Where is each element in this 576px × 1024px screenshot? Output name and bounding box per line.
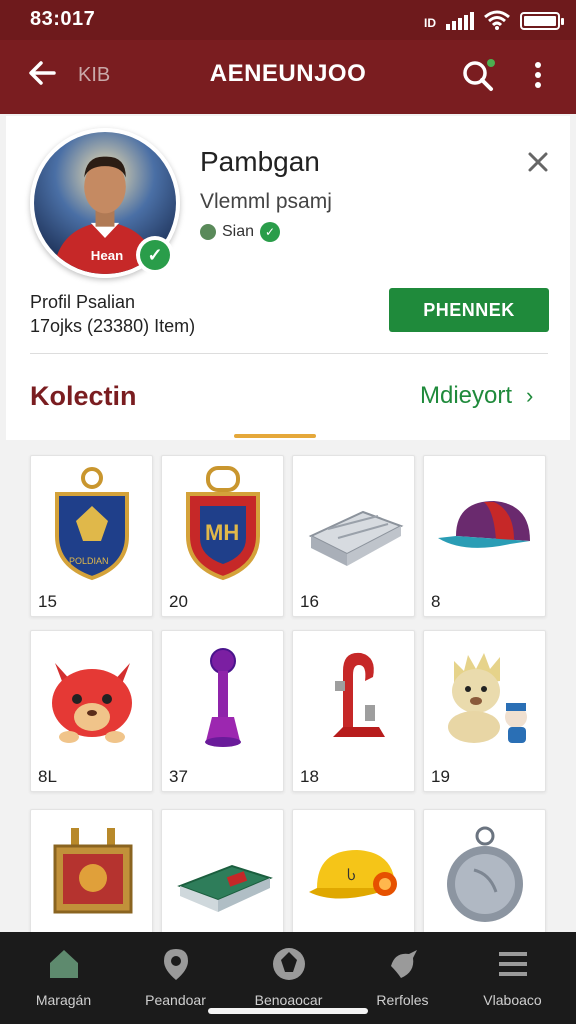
item-card[interactable]: 18 (292, 630, 415, 792)
status-icons: ID (424, 8, 564, 30)
bird-icon (390, 950, 417, 978)
svg-text:POLDIAN: POLDIAN (69, 556, 109, 566)
tab-indicator (234, 434, 316, 438)
nav-label: Rerfoles (376, 992, 429, 1008)
nav-item-ball[interactable]: Benoaocar (231, 946, 346, 1008)
nav-item-bird[interactable]: Rerfoles (345, 946, 460, 1008)
chevron-right-icon: › (526, 383, 534, 408)
profile-status: Sian ✓ (200, 222, 281, 242)
check-icon: ✓ (260, 222, 281, 242)
svg-text:Hean: Hean (91, 248, 123, 263)
divider (30, 353, 548, 354)
yellow-helmet-icon: Ⴑ (303, 820, 406, 935)
more-options-icon[interactable] (526, 58, 550, 92)
red-plush-icon (41, 641, 144, 756)
item-count: 8 (431, 592, 441, 611)
status-dot-icon (200, 224, 216, 240)
home-indicator[interactable] (208, 1008, 368, 1014)
item-card[interactable]: 16 (292, 455, 415, 617)
nav-label: Peandoar (145, 992, 206, 1008)
item-count: 16 (300, 592, 319, 611)
item-card[interactable]: 37 (161, 630, 284, 792)
item-count: 19 (431, 767, 450, 786)
blue-crest-keychain-icon: POLDIAN (41, 466, 144, 581)
red-stand-icon (303, 641, 406, 756)
item-card[interactable]: POLDIAN 15 (30, 455, 153, 617)
search-icon[interactable] (460, 58, 496, 94)
battery-icon (520, 12, 564, 30)
close-icon[interactable] (524, 148, 552, 176)
profile-count: 17ojks (23380) Item) (30, 316, 196, 336)
item-count: 15 (38, 592, 57, 611)
ball-icon (272, 948, 305, 980)
nav-label: Maragán (35, 992, 92, 1008)
signal-icon (446, 12, 474, 30)
framed-badge-icon (41, 820, 144, 935)
nav-label: Benoaocar (254, 992, 323, 1008)
lion-figure-icon (434, 641, 537, 756)
status-bar: 83:017 ID (0, 0, 576, 40)
item-card[interactable]: 19 (423, 630, 546, 792)
verified-badge-icon: ✓ (136, 236, 174, 274)
status-time: 83:017 (30, 8, 96, 30)
item-count: 37 (169, 767, 188, 786)
nav-label: Vlaboaco (483, 992, 542, 1008)
svg-text:Ⴑ: Ⴑ (347, 867, 356, 883)
home-icon (49, 950, 78, 978)
card-pack-icon (172, 820, 275, 935)
item-card[interactable]: MH 20 (161, 455, 284, 617)
collection-more-link[interactable]: Mdieyort › (420, 382, 533, 410)
silver-scarf-icon (303, 466, 406, 581)
collection-title: Kolectin (30, 381, 137, 411)
nav-item-location[interactable]: Peandoar (118, 946, 233, 1008)
silver-medal-icon (434, 820, 537, 935)
item-card[interactable]: 8 (423, 455, 546, 617)
profile-name: Pambgan (200, 146, 320, 177)
nav-item-menu[interactable]: Vlaboaco (455, 946, 570, 1008)
profile-meta: Vlemml psamj (200, 190, 332, 213)
status-text: Sian (222, 223, 255, 240)
location-icon (163, 949, 188, 980)
menu-icon (498, 952, 527, 976)
red-crest-keychain-icon: MH (172, 466, 275, 581)
item-count: 8L (38, 767, 57, 786)
cap-icon (434, 466, 537, 581)
app-bar: KIB AENEUNJOO (0, 40, 576, 114)
item-card[interactable]: 8L (30, 630, 153, 792)
collection-more-label[interactable]: Mdieyort (420, 382, 512, 410)
profile-card: Hean ✓ Pambgan Vlemml psamj Sian ✓ Profi… (6, 116, 570, 440)
wifi-icon (484, 10, 510, 30)
item-count: 20 (169, 592, 188, 611)
svg-text:MH: MH (205, 520, 239, 545)
profile-label: Profil Psalian (30, 292, 136, 312)
purple-trophy-icon (172, 641, 275, 756)
profile-action-button[interactable]: PHENNEK (389, 288, 549, 332)
network-label: ID (424, 16, 436, 30)
nav-item-home[interactable]: Maragán (6, 946, 121, 1008)
item-count: 18 (300, 767, 319, 786)
